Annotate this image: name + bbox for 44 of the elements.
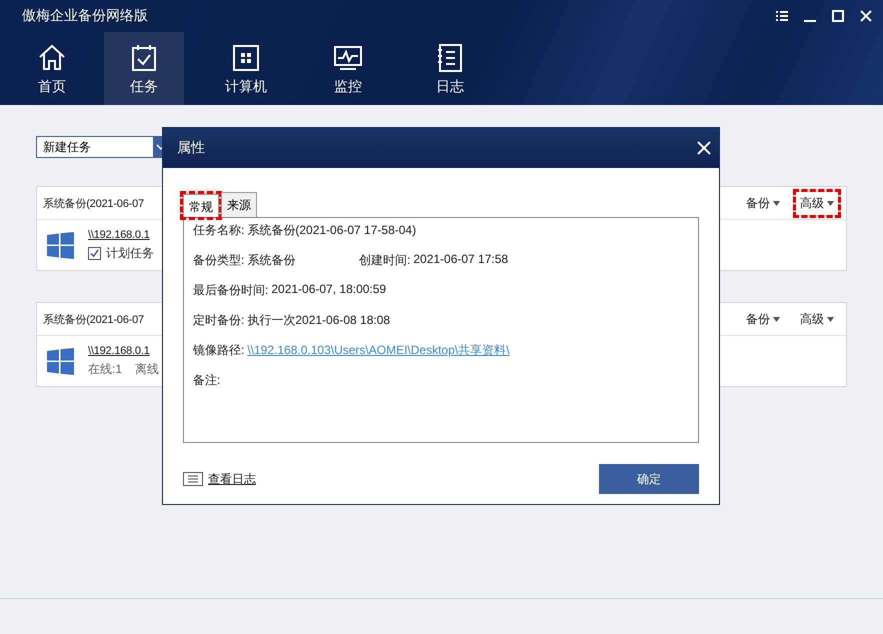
status-text: 在线:1	[88, 360, 122, 378]
menu-button[interactable]: 备份	[742, 192, 784, 214]
nav-tab[interactable]: 首页	[12, 32, 92, 105]
field-label: 最后备份时间:	[193, 282, 268, 298]
status-text: 离线	[135, 360, 160, 378]
tab[interactable]: 来源	[221, 192, 257, 217]
close-icon[interactable]	[697, 141, 711, 155]
menu-button[interactable]: 高级	[796, 192, 838, 214]
caret-icon	[773, 316, 780, 322]
field-label: 创建时间:	[359, 252, 410, 268]
maximize-icon[interactable]	[831, 9, 845, 23]
field-label: 镜像路径:	[193, 342, 244, 358]
nav-tab[interactable]: 日志	[410, 32, 490, 105]
tab[interactable]: 常规	[183, 194, 219, 217]
nav-tab[interactable]: 计算机	[206, 32, 286, 105]
caret-icon	[827, 316, 834, 322]
caret-icon	[773, 200, 780, 206]
field-value: 系统备份	[247, 252, 296, 268]
nav-tab[interactable]: 监控	[308, 32, 388, 105]
field-value: 执行一次2021-06-08 18:08	[247, 312, 390, 328]
field-value: 2021-06-07 17:58	[413, 252, 508, 268]
field-value: 系统备份(2021-06-07 17-58-04)	[247, 222, 416, 238]
windows-logo-icon	[47, 232, 74, 258]
field-label: 任务名称:	[193, 222, 244, 238]
windows-logo-icon	[47, 348, 74, 374]
window-title: 傲梅企业备份网络版	[22, 7, 148, 25]
close-icon[interactable]	[859, 9, 873, 23]
checkbox[interactable]	[88, 246, 101, 260]
menu-button[interactable]: 备份	[742, 308, 784, 330]
caret-icon	[827, 200, 834, 206]
task-title: 系统备份(2021-06-07	[43, 196, 144, 210]
menu-button[interactable]: 高级	[796, 308, 838, 330]
ok-button[interactable]: 确定	[599, 464, 699, 494]
field-value: 2021-06-07, 18:00:59	[271, 282, 386, 298]
field-label: 备注:	[193, 372, 220, 388]
nav-tab[interactable]: 任务	[104, 32, 184, 105]
host-link[interactable]: \\192.168.0.1	[88, 228, 154, 240]
task-title: 系统备份(2021-06-07	[43, 312, 144, 326]
list-icon	[183, 472, 203, 486]
checkbox-label: 计划任务	[106, 244, 154, 262]
dialog-title: 属性	[177, 139, 205, 157]
field-label: 定时备份:	[193, 312, 244, 328]
menu-icon[interactable]	[775, 9, 789, 23]
field-label: 备份类型:	[193, 252, 244, 268]
